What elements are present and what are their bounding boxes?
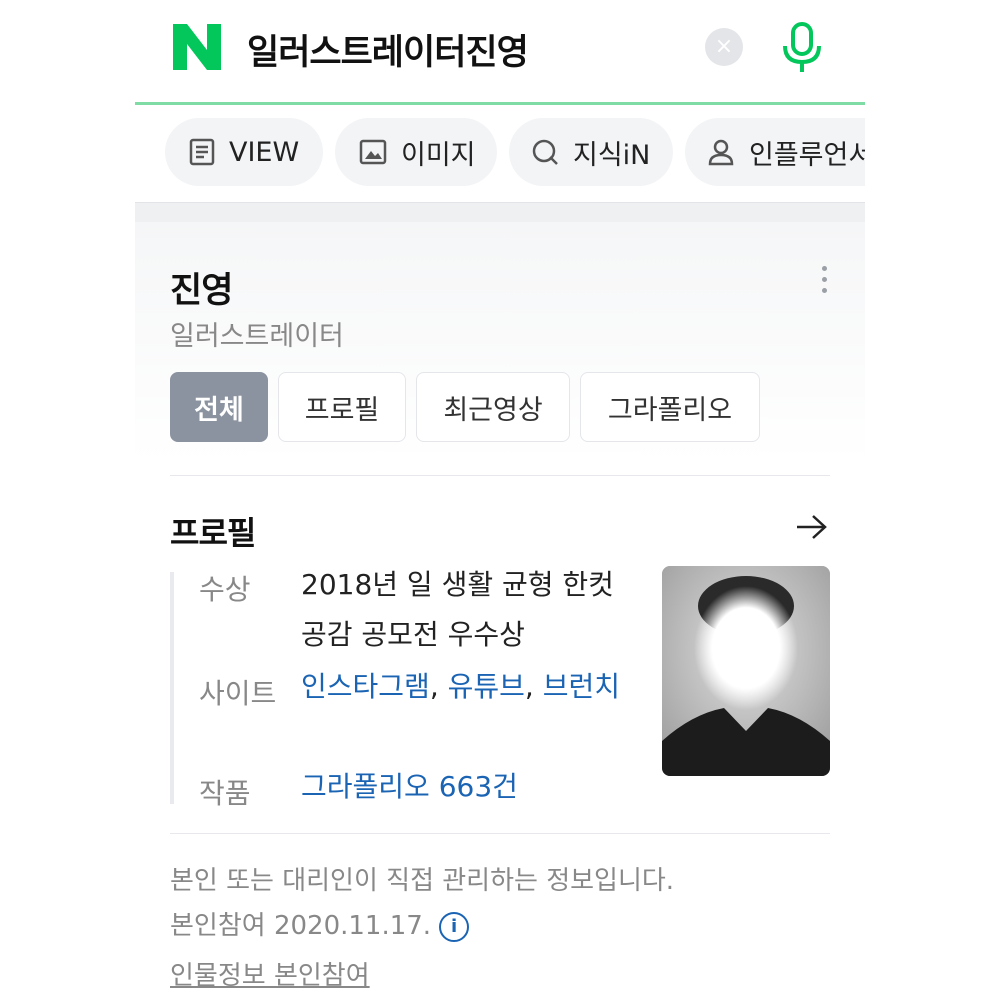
arrow-right-icon[interactable] <box>793 512 829 542</box>
profile-tab-profile[interactable]: 프로필 <box>278 372 406 442</box>
tab-influencer[interactable]: 인플루언서 <box>685 118 865 186</box>
profile-photo[interactable] <box>662 566 830 776</box>
profile-card: 진영 일러스트레이터 전체 프로필 최근영상 그라폴리오 프로필 수상 2018… <box>135 222 865 1000</box>
search-header: 일러스트레이터진영 × <box>135 0 865 105</box>
info-side-bar <box>170 572 174 804</box>
q-search-icon <box>532 139 558 165</box>
tab-kin-label: 지식iN <box>573 139 651 171</box>
section-gap <box>135 202 865 223</box>
profile-tab-all[interactable]: 전체 <box>170 372 268 442</box>
participation-date: 본인참여 2020.11.17. <box>170 911 432 941</box>
tab-images[interactable]: 이미지 <box>335 118 497 186</box>
grafolio-works-link[interactable]: 그라폴리오 663건 <box>301 770 518 803</box>
naver-logo[interactable] <box>173 24 221 70</box>
brunch-link[interactable]: 브런치 <box>543 670 620 703</box>
person-occupation: 일러스트레이터 <box>170 321 344 352</box>
tab-kin[interactable]: 지식iN <box>509 118 673 186</box>
clear-search-button[interactable]: × <box>705 28 743 66</box>
managed-notice: 본인 또는 대리인이 직접 관리하는 정보입니다. <box>170 866 675 896</box>
instagram-link[interactable]: 인스타그램 <box>301 670 430 703</box>
profile-tab-grafolio[interactable]: 그라폴리오 <box>580 372 760 442</box>
tab-images-label: 이미지 <box>401 139 476 171</box>
image-icon <box>359 139 387 165</box>
works-value: 그라폴리오 663건 <box>301 762 621 812</box>
edit-person-info-link[interactable]: 인물정보 본인참여 <box>170 955 370 992</box>
award-label: 수상 <box>199 573 251 606</box>
search-query[interactable]: 일러스트레이터진영 <box>247 24 529 75</box>
works-label: 작품 <box>199 777 251 810</box>
mobile-frame: 일러스트레이터진영 × VIEW 이미지 지식iN 인플루언서 진영 일러스트레… <box>135 0 865 1000</box>
profile-photo-image <box>662 566 830 776</box>
person-icon <box>708 139 734 166</box>
person-name[interactable]: 진영 <box>170 262 233 313</box>
more-options-icon[interactable] <box>821 266 829 296</box>
divider <box>170 833 830 834</box>
youtube-link[interactable]: 유튜브 <box>448 670 525 703</box>
document-icon <box>189 138 215 166</box>
award-value: 2018년 일 생활 균형 한컷 공감 공모전 우수상 <box>301 568 614 651</box>
tab-view[interactable]: VIEW <box>165 118 323 186</box>
site-label: 사이트 <box>199 677 277 710</box>
section-title[interactable]: 프로필 <box>170 508 256 554</box>
tab-view-label: VIEW <box>229 136 300 168</box>
info-icon[interactable]: i <box>439 911 470 942</box>
site-links: 인스타그램, 유튜브, 브런치 <box>301 670 620 703</box>
tab-influencer-label: 인플루언서 <box>749 139 865 171</box>
profile-tab-recent-videos[interactable]: 최근영상 <box>416 372 570 442</box>
divider <box>170 475 830 476</box>
microphone-icon[interactable] <box>779 22 825 74</box>
participation-note: 본인참여 2020.11.17. i <box>170 905 470 942</box>
